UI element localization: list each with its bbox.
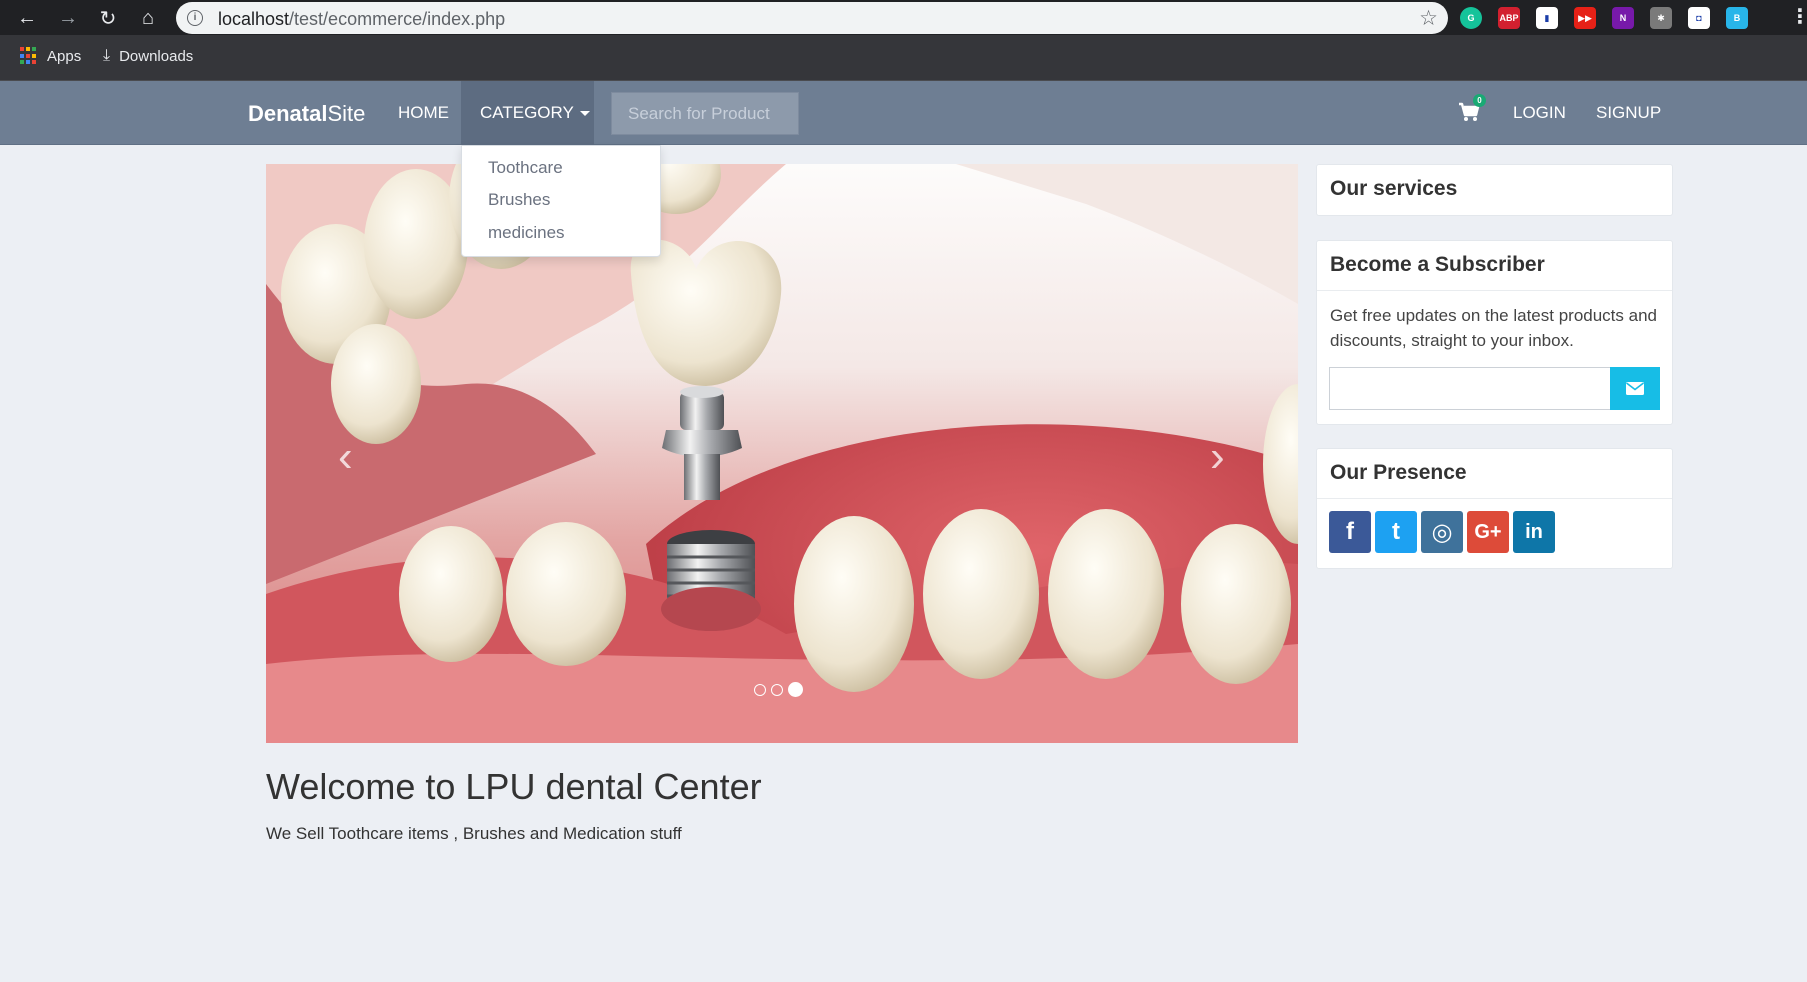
bookmark-apps[interactable]: Apps — [20, 47, 81, 65]
subscribe-form — [1329, 367, 1660, 410]
bookmark-ext-icon[interactable]: B — [1726, 7, 1748, 29]
twitter-icon[interactable]: t — [1375, 511, 1417, 553]
carousel-prev-arrow[interactable]: ‹ — [338, 432, 353, 482]
home-icon[interactable]: ⌂ — [133, 3, 163, 33]
url-text[interactable]: localhost/test/ecommerce/index.php — [218, 9, 505, 30]
carousel-indicators — [754, 682, 803, 697]
brand-rest: Site — [327, 101, 366, 126]
reload-icon[interactable]: ↻ — [93, 3, 123, 33]
brand-logo[interactable]: DenatalSite — [248, 101, 365, 127]
cart-button[interactable]: 0 — [1458, 94, 1486, 124]
puzzle-icon[interactable]: ✱ — [1650, 7, 1672, 29]
google-plus-icon[interactable]: G+ — [1467, 511, 1509, 553]
dental-implant-image — [266, 164, 1298, 743]
welcome-description: We Sell Toothcare items , Brushes and Me… — [266, 824, 682, 843]
apps-grid-icon — [20, 47, 38, 65]
url-host: localhost — [218, 9, 290, 29]
adblock-plus-icon[interactable]: ABP — [1498, 7, 1520, 29]
url-path: /test/ecommerce/index.php — [289, 9, 506, 29]
cart-count-badge: 0 — [1473, 94, 1486, 107]
brand-bold: Denatal — [248, 101, 328, 126]
bookmark-apps-label: Apps — [47, 47, 82, 65]
panel-subscriber: Become a Subscriber Get free updates on … — [1316, 240, 1673, 425]
caret-down-icon — [579, 111, 590, 117]
chrome-menu-icon[interactable]: ⋮ — [1790, 4, 1807, 29]
dropdown-item-toothcare[interactable]: Toothcare — [488, 158, 563, 178]
bookmark-downloads[interactable]: ⤓ Downloads — [103, 47, 193, 65]
instagram-icon[interactable]: ◎ — [1421, 511, 1463, 553]
social-links: f t ◎ G+ in — [1317, 499, 1672, 565]
extension-icon[interactable]: ▮ — [1536, 7, 1558, 29]
dropdown-item-medicines[interactable]: medicines — [488, 223, 565, 243]
facebook-icon[interactable]: f — [1329, 511, 1371, 553]
grammarly-icon[interactable]: G — [1460, 7, 1482, 29]
carousel-indicator-dot[interactable] — [771, 683, 783, 696]
panel-title-presence: Our Presence — [1317, 449, 1672, 499]
search-input[interactable] — [611, 92, 799, 135]
nav-category-toggle[interactable]: CATEGORY — [461, 81, 594, 145]
category-dropdown-menu: Toothcare Brushes medicines — [461, 145, 661, 257]
site-info-icon[interactable]: i — [187, 10, 203, 26]
linkedin-icon[interactable]: in — [1513, 511, 1555, 553]
extensions-bar: G ABP ▮ ▶▶ N ✱ ◘ B — [1460, 5, 1748, 31]
subscribe-button[interactable] — [1610, 367, 1660, 410]
hero-carousel[interactable]: ‹ › — [266, 164, 1298, 743]
screen-capture-icon[interactable]: ◘ — [1688, 7, 1710, 29]
welcome-heading: Welcome to LPU dental Center — [266, 766, 762, 807]
panel-our-presence: Our Presence f t ◎ G+ in — [1316, 448, 1673, 569]
onenote-icon[interactable]: N — [1612, 7, 1634, 29]
bookmarks-bar: Apps ⤓ Downloads — [0, 35, 1807, 81]
address-bar[interactable]: i localhost/test/ecommerce/index.php ☆ — [176, 2, 1448, 34]
youtube-icon[interactable]: ▶▶ — [1574, 7, 1596, 29]
carousel-indicator-dot[interactable] — [754, 683, 766, 696]
panel-title-services: Our services — [1330, 177, 1458, 200]
panel-title-subscriber: Become a Subscriber — [1317, 241, 1672, 291]
subscribe-email-input[interactable] — [1329, 367, 1611, 410]
nav-login[interactable]: LOGIN — [1513, 103, 1566, 123]
envelope-icon — [1626, 382, 1645, 395]
panel-our-services: Our services — [1316, 164, 1673, 216]
carousel-indicator-dot[interactable] — [788, 682, 803, 697]
site-navbar: DenatalSite HOME CATEGORY 0 LOGIN SIGNUP — [0, 81, 1807, 145]
dropdown-item-brushes[interactable]: Brushes — [488, 190, 550, 210]
back-arrow-icon[interactable]: ← — [12, 3, 42, 33]
bookmark-downloads-label: Downloads — [119, 47, 194, 65]
nav-signup[interactable]: SIGNUP — [1596, 103, 1661, 123]
carousel-next-arrow[interactable]: › — [1210, 432, 1225, 482]
subscriber-description: Get free updates on the latest products … — [1330, 306, 1657, 350]
forward-arrow-icon[interactable]: → — [53, 3, 83, 33]
nav-home[interactable]: HOME — [398, 103, 449, 123]
nav-category-label: CATEGORY — [480, 103, 574, 122]
download-icon: ⤓ — [103, 47, 111, 64]
bookmark-star-icon[interactable]: ☆ — [1419, 6, 1438, 31]
browser-toolbar: ← → ↻ ⌂ i localhost/test/ecommerce/index… — [0, 0, 1807, 35]
